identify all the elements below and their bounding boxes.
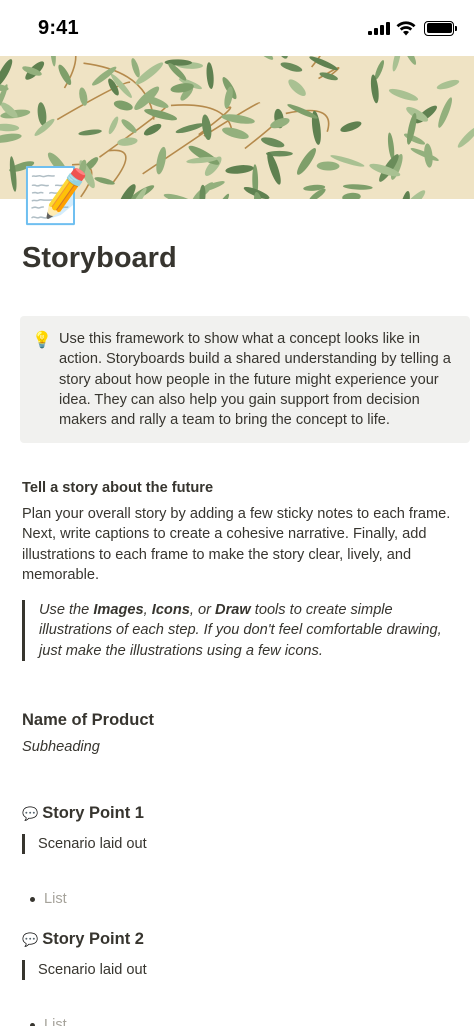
cover-leaf xyxy=(188,145,220,165)
status-icons xyxy=(368,20,457,36)
cover-leaf xyxy=(0,123,20,132)
speech-bubble-icon: 💬 xyxy=(22,931,39,947)
scenario-quote-1[interactable]: Scenario laid out xyxy=(22,834,147,854)
cover-leaf xyxy=(225,165,254,174)
cover-leaf xyxy=(436,79,460,90)
heading-tell-a-story[interactable]: Tell a story about the future xyxy=(22,480,213,496)
cover-leaf xyxy=(340,121,362,132)
speech-bubble-icon: 💬 xyxy=(22,805,39,821)
cover-leaf xyxy=(280,62,303,72)
list-placeholder-text: List xyxy=(44,891,67,907)
cover-leaf xyxy=(163,193,195,199)
cover-leaf xyxy=(144,109,178,121)
cover-leaf xyxy=(403,133,426,145)
status-time: 9:41 xyxy=(38,17,79,39)
story-point-title: Story Point 2 xyxy=(42,930,144,948)
cover-leaf xyxy=(275,56,288,59)
scenario-quote-2[interactable]: Scenario laid out xyxy=(22,960,147,980)
cover-leaf xyxy=(457,125,474,148)
cover-leaf xyxy=(117,137,138,146)
status-bar: 9:41 xyxy=(0,0,474,56)
cover-leaf xyxy=(401,56,417,65)
cover-leaf xyxy=(399,190,426,199)
cover-leaf xyxy=(9,156,17,192)
story-point-title: Story Point 1 xyxy=(42,804,144,822)
cover-stem xyxy=(83,62,155,120)
cover-leaf xyxy=(0,133,22,143)
cover-leaf xyxy=(206,62,214,89)
cover-stem xyxy=(108,149,127,183)
quote-block[interactable]: Use the Images, Icons, or Draw tools to … xyxy=(22,600,468,661)
cover-leaf xyxy=(296,148,317,175)
cover-leaf xyxy=(108,116,119,135)
callout-text[interactable]: Use this framework to show what a concep… xyxy=(59,329,461,430)
cellular-signal-icon xyxy=(368,21,390,35)
paragraph-plan-story[interactable]: Plan your overall story by adding a few … xyxy=(22,504,468,585)
cover-leaf xyxy=(438,97,453,128)
list-item-placeholder-1[interactable]: List xyxy=(30,891,67,907)
cover-leaf xyxy=(121,119,137,133)
cover-leaf xyxy=(342,184,373,190)
cover-leaf xyxy=(134,86,160,111)
list-item-placeholder-2[interactable]: List xyxy=(30,1017,67,1026)
cover-leaf xyxy=(113,100,133,111)
cover-leaf xyxy=(131,58,140,78)
list-placeholder-text: List xyxy=(44,1017,67,1026)
cover-leaf xyxy=(309,56,338,71)
cover-leaf xyxy=(388,88,419,101)
bullet-icon xyxy=(30,1022,35,1026)
battery-icon xyxy=(424,20,457,36)
cover-leaf xyxy=(370,74,379,104)
bullet-icon xyxy=(30,896,35,902)
cover-leaf xyxy=(156,146,167,175)
cover-leaf xyxy=(0,83,9,91)
page-title[interactable]: Storyboard xyxy=(22,242,177,275)
cover-leaf xyxy=(222,127,249,139)
cover-leaf xyxy=(288,79,306,97)
cover-leaf xyxy=(261,137,285,148)
cover-leaf xyxy=(392,56,401,72)
cover-leaf xyxy=(0,59,13,87)
page-icon-memo[interactable]: 📝 xyxy=(22,164,89,228)
heading-story-point-2[interactable]: 💬 Story Point 2 xyxy=(22,930,144,949)
cover-leaf xyxy=(254,56,274,60)
wifi-icon xyxy=(396,20,416,35)
cover-leaf xyxy=(78,129,102,136)
cover-leaf xyxy=(316,161,340,171)
heading-name-of-product[interactable]: Name of Product xyxy=(22,711,154,730)
subheading-text[interactable]: Subheading xyxy=(22,739,100,755)
cover-leaf xyxy=(49,56,56,67)
cover-leaf xyxy=(398,190,410,199)
heading-story-point-1[interactable]: 💬 Story Point 1 xyxy=(22,804,144,823)
callout-block[interactable]: 💡 Use this framework to show what a conc… xyxy=(20,316,470,443)
cover-leaf xyxy=(201,114,212,141)
cover-leaf xyxy=(94,177,115,185)
cover-leaf xyxy=(212,193,230,199)
cover-leaf xyxy=(461,197,474,199)
cover-leaf xyxy=(342,192,361,199)
lightbulb-icon[interactable]: 💡 xyxy=(32,330,52,350)
cover-leaf xyxy=(79,87,88,106)
